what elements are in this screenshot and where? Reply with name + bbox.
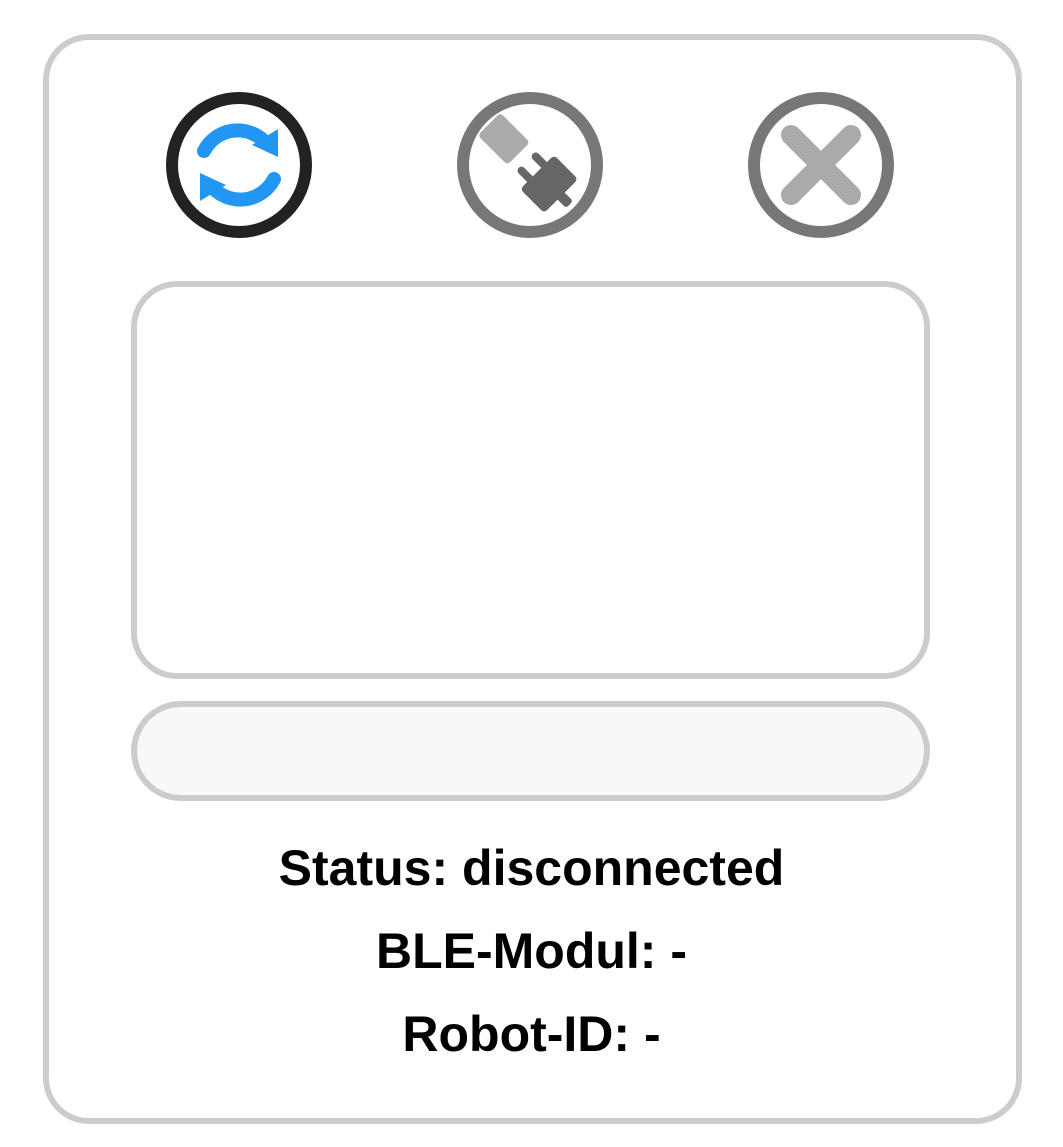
text-input[interactable] bbox=[131, 701, 930, 801]
device-list[interactable] bbox=[131, 281, 930, 679]
plug-icon bbox=[457, 92, 603, 238]
status-text: Status: disconnected bbox=[278, 840, 785, 896]
connect-button[interactable] bbox=[456, 91, 604, 239]
close-button[interactable] bbox=[747, 91, 895, 239]
robot-id-text: Robot-ID: - bbox=[402, 1006, 661, 1062]
refresh-icon bbox=[166, 92, 312, 238]
close-icon bbox=[748, 92, 894, 238]
ble-module-text: BLE-Modul: - bbox=[375, 923, 687, 979]
refresh-button[interactable] bbox=[165, 91, 313, 239]
